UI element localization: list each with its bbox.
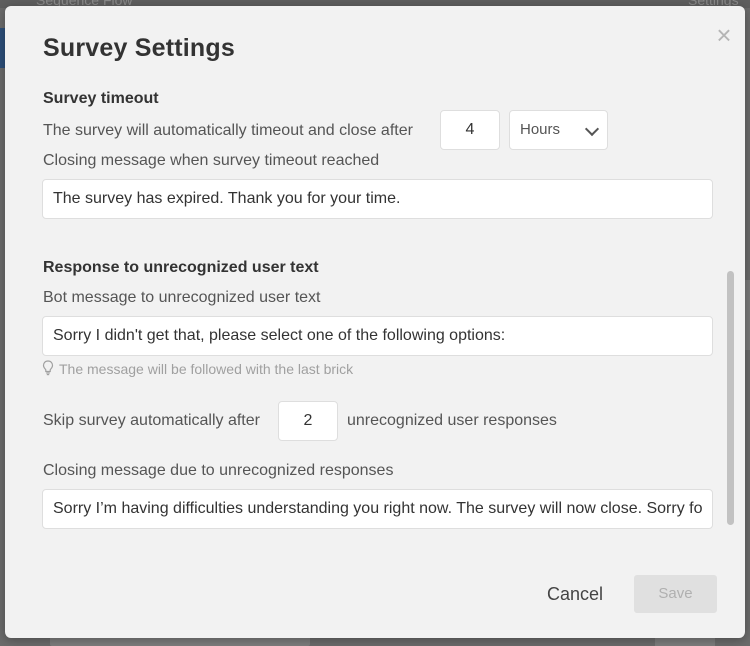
lightbulb-icon <box>42 360 54 376</box>
bot-message-label: Bot message to unrecognized user text <box>43 289 321 306</box>
skip-count-input[interactable] <box>278 401 338 441</box>
skip-survey-suffix: unrecognized user responses <box>347 412 557 429</box>
timeout-unit-selected: Hours <box>520 121 561 138</box>
cancel-button[interactable]: Cancel <box>535 576 615 612</box>
skip-survey-label: Skip survey automatically after <box>43 412 260 429</box>
unrecognized-text-heading: Response to unrecognized user text <box>43 259 319 276</box>
scrollbar-thumb[interactable] <box>727 271 734 525</box>
timeout-label: The survey will automatically timeout an… <box>43 122 413 139</box>
timeout-closing-label: Closing message when survey timeout reac… <box>43 152 380 169</box>
chevron-down-icon <box>584 121 600 137</box>
unrecognized-closing-message-input[interactable] <box>42 489 713 529</box>
unrecognized-closing-label: Closing message due to unrecognized resp… <box>43 462 394 479</box>
timeout-closing-message-input[interactable] <box>42 179 713 219</box>
bot-message-input[interactable] <box>42 316 713 356</box>
save-button[interactable]: Save <box>634 575 717 613</box>
timeout-unit-select[interactable]: Hours <box>509 110 608 150</box>
dialog-title: Survey Settings <box>43 34 235 62</box>
survey-settings-dialog: Survey Settings × Survey timeout The sur… <box>5 6 745 638</box>
close-icon[interactable]: × <box>713 22 735 48</box>
timeout-value-input[interactable] <box>440 110 500 150</box>
survey-timeout-heading: Survey timeout <box>43 90 159 107</box>
bot-message-hint: The message will be followed with the la… <box>59 361 354 377</box>
